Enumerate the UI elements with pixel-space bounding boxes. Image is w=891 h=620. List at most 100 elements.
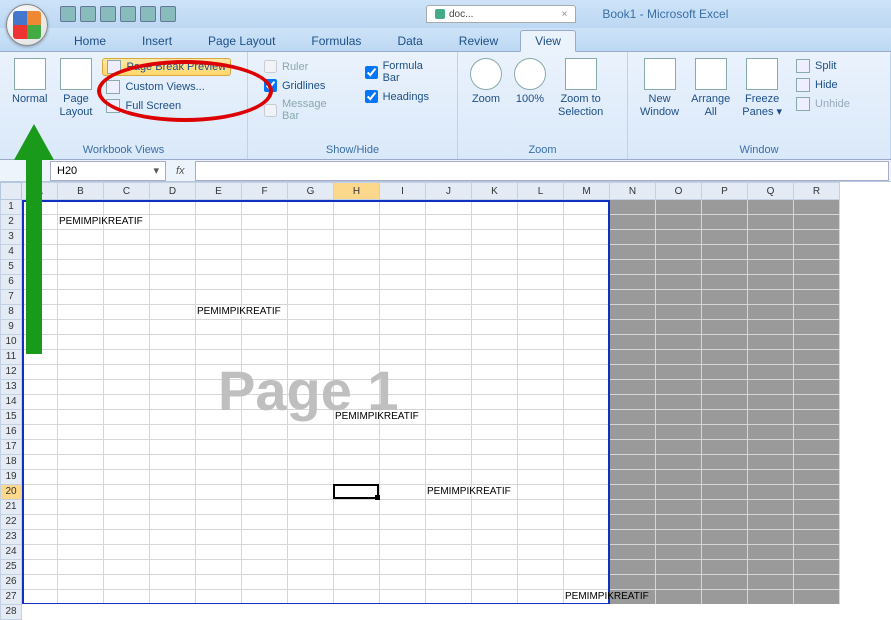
cell[interactable] xyxy=(22,275,58,290)
cell[interactable] xyxy=(22,455,58,470)
other-window-tab[interactable]: doc... × xyxy=(426,5,576,23)
cell[interactable] xyxy=(748,290,794,305)
cell[interactable] xyxy=(472,380,518,395)
cell[interactable] xyxy=(104,425,150,440)
cell[interactable] xyxy=(58,350,104,365)
cell[interactable] xyxy=(472,410,518,425)
cell[interactable] xyxy=(564,395,610,410)
row-header-3[interactable]: 3 xyxy=(0,230,22,245)
cell[interactable] xyxy=(518,320,564,335)
cell[interactable] xyxy=(518,290,564,305)
cell[interactable] xyxy=(564,575,610,590)
col-header-Q[interactable]: Q xyxy=(748,182,794,200)
cell[interactable] xyxy=(104,590,150,604)
cell[interactable] xyxy=(150,395,196,410)
cell[interactable] xyxy=(426,440,472,455)
cell[interactable] xyxy=(702,230,748,245)
cell[interactable] xyxy=(702,485,748,500)
cell[interactable] xyxy=(288,470,334,485)
qat-undo-icon[interactable] xyxy=(80,6,96,22)
cell[interactable] xyxy=(380,230,426,245)
cell[interactable] xyxy=(610,365,656,380)
cell[interactable] xyxy=(380,425,426,440)
cell[interactable] xyxy=(334,200,380,215)
cell[interactable] xyxy=(564,350,610,365)
cell[interactable] xyxy=(334,575,380,590)
cell[interactable] xyxy=(58,455,104,470)
cell[interactable] xyxy=(794,275,840,290)
col-header-D[interactable]: D xyxy=(150,182,196,200)
cell[interactable] xyxy=(380,440,426,455)
cell[interactable] xyxy=(472,500,518,515)
cell[interactable] xyxy=(518,200,564,215)
cell[interactable] xyxy=(288,500,334,515)
cell[interactable] xyxy=(518,530,564,545)
cell[interactable] xyxy=(426,350,472,365)
cell[interactable] xyxy=(288,515,334,530)
formula-bar-checkbox[interactable]: Formula Bar xyxy=(365,60,441,84)
cell[interactable] xyxy=(656,350,702,365)
cell[interactable] xyxy=(58,260,104,275)
cell[interactable] xyxy=(702,365,748,380)
cell[interactable] xyxy=(794,320,840,335)
cell[interactable] xyxy=(242,260,288,275)
cell[interactable] xyxy=(380,590,426,604)
cell[interactable] xyxy=(610,350,656,365)
row-header-23[interactable]: 23 xyxy=(0,530,22,545)
cell[interactable] xyxy=(610,575,656,590)
cell[interactable] xyxy=(242,365,288,380)
col-header-A[interactable]: A xyxy=(22,182,58,200)
row-header-18[interactable]: 18 xyxy=(0,455,22,470)
select-all-button[interactable] xyxy=(0,182,22,200)
cell[interactable] xyxy=(794,470,840,485)
cell[interactable] xyxy=(334,365,380,380)
cell[interactable] xyxy=(702,560,748,575)
cell[interactable] xyxy=(794,425,840,440)
cell[interactable] xyxy=(564,410,610,425)
cell[interactable] xyxy=(472,515,518,530)
close-icon[interactable]: × xyxy=(561,9,567,20)
cell[interactable] xyxy=(104,290,150,305)
cell[interactable] xyxy=(564,425,610,440)
cell[interactable] xyxy=(288,485,334,500)
cell[interactable] xyxy=(748,215,794,230)
cell[interactable] xyxy=(380,245,426,260)
cell[interactable] xyxy=(196,545,242,560)
cell[interactable] xyxy=(242,335,288,350)
cell[interactable] xyxy=(196,575,242,590)
cell[interactable] xyxy=(242,320,288,335)
cell[interactable] xyxy=(564,365,610,380)
cell[interactable] xyxy=(380,260,426,275)
cell[interactable] xyxy=(610,560,656,575)
cell[interactable] xyxy=(58,575,104,590)
row-header-9[interactable]: 9 xyxy=(0,320,22,335)
cell[interactable] xyxy=(288,590,334,604)
cell[interactable] xyxy=(58,380,104,395)
qat-save-icon[interactable] xyxy=(60,6,76,22)
row-header-24[interactable]: 24 xyxy=(0,545,22,560)
cell[interactable] xyxy=(380,275,426,290)
row-header-20[interactable]: 20 xyxy=(0,485,22,500)
col-header-K[interactable]: K xyxy=(472,182,518,200)
col-header-I[interactable]: I xyxy=(380,182,426,200)
cell[interactable] xyxy=(242,380,288,395)
cell[interactable] xyxy=(104,230,150,245)
cell[interactable] xyxy=(288,560,334,575)
cell[interactable] xyxy=(472,290,518,305)
tab-formulas[interactable]: Formulas xyxy=(297,31,375,51)
cell[interactable] xyxy=(22,290,58,305)
cell[interactable] xyxy=(22,320,58,335)
cell[interactable] xyxy=(426,230,472,245)
cell[interactable] xyxy=(610,290,656,305)
cell[interactable] xyxy=(748,455,794,470)
cell[interactable] xyxy=(518,500,564,515)
cell[interactable] xyxy=(22,560,58,575)
cell[interactable] xyxy=(104,335,150,350)
cell[interactable] xyxy=(150,230,196,245)
cell[interactable] xyxy=(334,320,380,335)
cell[interactable] xyxy=(656,395,702,410)
cell[interactable] xyxy=(794,305,840,320)
zoom-to-selection-button[interactable]: Zoom to Selection xyxy=(552,54,609,118)
cell[interactable] xyxy=(58,515,104,530)
arrange-all-button[interactable]: Arrange All xyxy=(685,54,736,118)
